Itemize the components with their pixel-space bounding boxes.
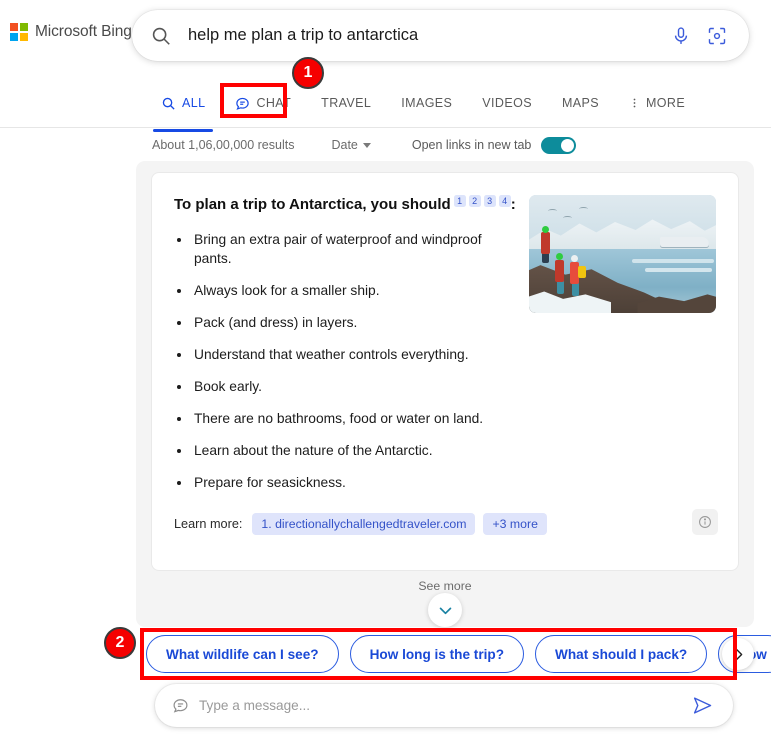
list-item: Learn about the nature of the Antarctic.: [192, 441, 500, 460]
vertical-dots-icon: [633, 98, 636, 108]
suggestion-chips-row: What wildlife can I see? How long is the…: [146, 635, 771, 673]
bing-chat-screen: Microsoft Bing help me plan a trip to an…: [0, 0, 771, 740]
citation-2[interactable]: 2: [468, 195, 481, 207]
list-item: There are no bathrooms, food or water on…: [192, 409, 500, 428]
list-item: Always look for a smaller ship.: [192, 281, 500, 300]
vertical-nav-bar: ALL CHAT TRAVEL IMAGES VIDEOS MAPS MORE: [0, 73, 771, 132]
answer-card: To plan a trip to Antarctica, you should…: [152, 173, 738, 570]
search-icon: [162, 97, 175, 110]
results-count: About 1,06,00,000 results: [152, 138, 295, 152]
visual-search-camera-icon[interactable]: [707, 26, 727, 46]
brand-name: Microsoft Bing: [35, 23, 132, 40]
search-actions: [671, 26, 727, 46]
tab-more[interactable]: MORE: [614, 85, 700, 121]
send-paper-plane-icon[interactable]: [692, 695, 713, 716]
chevron-right-icon: [735, 648, 742, 660]
microsoft-logo-icon: [10, 23, 28, 41]
info-button[interactable]: [692, 509, 718, 535]
learn-more-label: Learn more:: [174, 517, 243, 531]
see-more-label[interactable]: See more: [418, 579, 471, 593]
results-info-bar: About 1,06,00,000 results Date Open link…: [0, 129, 771, 161]
tab-images-label: IMAGES: [401, 96, 453, 110]
list-item: Book early.: [192, 377, 500, 396]
chat-bubble-icon: [173, 699, 188, 713]
suggestion-chip[interactable]: What wildlife can I see?: [146, 635, 339, 673]
chat-answer-panel: To plan a trip to Antarctica, you should…: [136, 161, 754, 627]
citation-3[interactable]: 3: [483, 195, 496, 207]
chat-bubble-icon: [236, 97, 250, 110]
info-icon: [699, 516, 711, 528]
tab-travel-label: TRAVEL: [321, 96, 372, 110]
citation-4[interactable]: 4: [498, 195, 511, 207]
suggestion-chip[interactable]: How long is the trip?: [349, 635, 525, 673]
answer-photo[interactable]: [529, 195, 716, 313]
list-item: Prepare for seasickness.: [192, 473, 500, 492]
tab-all[interactable]: ALL: [146, 85, 220, 132]
toggle-knob: [561, 138, 575, 152]
answer-title-colon: :: [510, 196, 516, 213]
microphone-icon[interactable]: [671, 26, 691, 46]
bing-logo-link[interactable]: Microsoft Bing: [10, 23, 132, 41]
page-header: Microsoft Bing: [0, 0, 771, 73]
more-sources-button[interactable]: +3 more: [483, 513, 547, 535]
answer-header: To plan a trip to Antarctica, you should…: [152, 173, 738, 313]
nav-tabs: ALL CHAT TRAVEL IMAGES VIDEOS MAPS MORE: [146, 85, 700, 132]
expedition-ship: [659, 237, 709, 247]
tab-videos-label: VIDEOS: [482, 96, 532, 110]
answer-title: To plan a trip to Antarctica, you should: [174, 196, 451, 213]
list-item: Understand that weather controls everyth…: [192, 345, 500, 364]
message-input[interactable]: [199, 698, 692, 713]
date-filter-label: Date: [331, 138, 358, 152]
search-input[interactable]: [188, 26, 671, 45]
tab-videos[interactable]: VIDEOS: [467, 85, 547, 121]
chevron-down-icon: [439, 607, 451, 614]
citation-1[interactable]: 1: [453, 195, 466, 207]
tab-maps-label: MAPS: [561, 96, 599, 110]
tab-more-label: MORE: [645, 96, 686, 110]
tab-travel[interactable]: TRAVEL: [306, 85, 386, 121]
tab-chat-label: CHAT: [256, 96, 292, 110]
tab-maps[interactable]: MAPS: [547, 85, 614, 121]
answer-bullet-list: Bring an extra pair of waterproof and wi…: [152, 216, 522, 492]
open-links-new-tab-toggle[interactable]: [541, 136, 577, 154]
learn-more-row: Learn more: 1. directionallychallengedtr…: [152, 505, 738, 551]
chevron-down-icon: [362, 142, 371, 148]
open-links-new-tab-label: Open links in new tab: [411, 138, 532, 152]
list-item: Pack (and dress) in layers.: [192, 313, 500, 332]
tab-images[interactable]: IMAGES: [386, 85, 467, 121]
see-more-expand-button[interactable]: [428, 593, 462, 627]
annotation-badge-2: 2: [104, 627, 136, 659]
tab-all-label: ALL: [182, 96, 206, 110]
tab-chat[interactable]: CHAT: [220, 85, 306, 121]
suggestions-scroll-next-button[interactable]: [722, 638, 754, 670]
source-link-1[interactable]: 1. directionallychallengedtraveler.com: [252, 513, 476, 535]
suggestion-chip[interactable]: What should I pack?: [535, 635, 708, 673]
list-item: Bring an extra pair of waterproof and wi…: [192, 230, 500, 268]
search-bar[interactable]: [132, 10, 749, 61]
date-filter-dropdown[interactable]: Date: [331, 138, 371, 152]
search-icon: [152, 27, 170, 45]
message-composer[interactable]: [155, 684, 733, 727]
